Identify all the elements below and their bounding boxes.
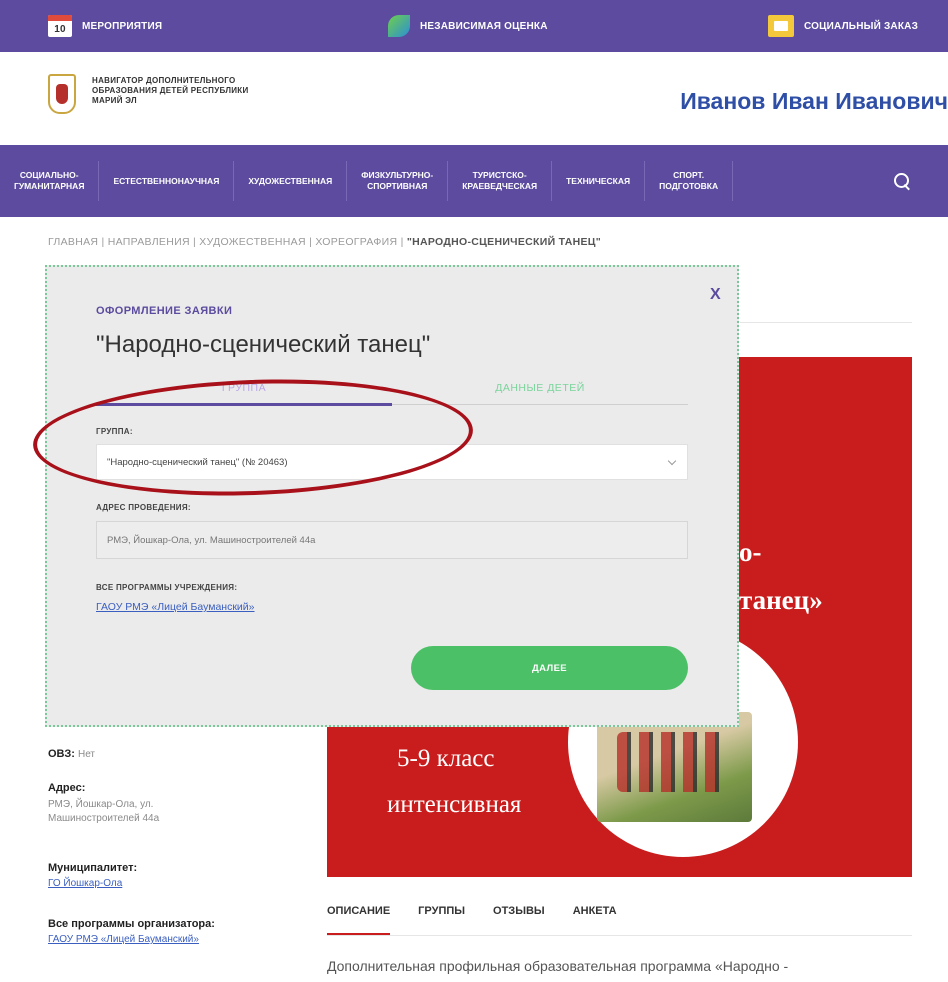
breadcrumb: ГЛАВНАЯ | НАПРАВЛЕНИЯ | ХУДОЖЕСТВЕННАЯ |… <box>48 236 601 248</box>
all-programs-label: Все программы организатора: <box>48 918 215 930</box>
main-nav: СОЦИАЛЬНО- ГУМАНИТАРНАЯ ЕСТЕСТВЕННОНАУЧНА… <box>0 145 948 217</box>
events-label: МЕРОПРИЯТИЯ <box>82 20 163 32</box>
tab-survey[interactable]: АНКЕТА <box>573 905 617 935</box>
all-programs-link[interactable]: ГАОУ РМЭ «Лицей Бауманский» <box>48 934 199 945</box>
folder-icon <box>768 15 794 37</box>
address-line: РМЭ, Йошкар-Ола, ул. <box>48 799 154 810</box>
nav-label: СПОРТИВНАЯ <box>367 181 428 191</box>
nav-label: ТУРИСТСКО- <box>472 170 527 180</box>
address-field[interactable]: РМЭ, Йошкар-Ола, ул. Машиностроителей 44… <box>96 521 688 559</box>
brand-line: НАВИГАТОР ДОПОЛНИТЕЛЬНОГО <box>92 76 236 85</box>
leaf-icon <box>388 15 410 37</box>
nav-label: КРАЕВЕДЧЕСКАЯ <box>462 181 538 191</box>
nav-label: ТЕХНИЧЕСКАЯ <box>566 175 631 186</box>
assessment-link[interactable]: НЕЗАВИСИМАЯ ОЦЕНКА <box>388 14 548 38</box>
group-select-value: "Народно-сценический танец" (№ 20463) <box>107 457 288 468</box>
municipality-label: Муниципалитет: <box>48 862 138 874</box>
events-link[interactable]: 10 МЕРОПРИЯТИЯ <box>48 14 162 38</box>
program-description: Дополнительная профильная образовательна… <box>327 958 789 974</box>
address-label: Адрес: <box>48 782 86 794</box>
all-programs-label: ВСЕ ПРОГРАММЫ УЧРЕЖДЕНИЯ: <box>96 583 238 592</box>
top-bar: 10 МЕРОПРИЯТИЯ НЕЗАВИСИМАЯ ОЦЕНКА СОЦИАЛ… <box>0 0 948 52</box>
dancers-image <box>597 712 752 822</box>
active-tab-indicator <box>96 403 392 406</box>
content-tabs: ОПИСАНИЕ ГРУППЫ ОТЗЫВЫ АНКЕТА <box>327 905 617 935</box>
tab-group[interactable]: ГРУППА <box>96 382 392 394</box>
tab-description[interactable]: ОПИСАНИЕ <box>327 905 391 935</box>
tab-groups[interactable]: ГРУППЫ <box>418 905 465 935</box>
nav-item-sport[interactable]: ФИЗКУЛЬТУРНО- СПОРТИВНАЯ <box>347 161 449 201</box>
group-select[interactable]: "Народно-сценический танец" (№ 20463) <box>96 444 688 480</box>
nav-label: СПОРТ. <box>673 170 705 180</box>
address-line: Машиностроителей 44а <box>48 813 160 824</box>
nav-label: ЕСТЕСТВЕННОНАУЧНАЯ <box>113 175 220 186</box>
nav-label: СОЦИАЛЬНО- <box>19 170 79 180</box>
brand-line: МАРИЙ ЭЛ <box>92 96 137 105</box>
next-button[interactable]: ДАЛЕЕ <box>411 646 688 690</box>
social-order-link[interactable]: СОЦИАЛЬНЫЙ ЗАКАЗ <box>768 14 918 38</box>
banner-text: танец» <box>739 585 823 615</box>
ovz-value: Нет <box>77 749 96 760</box>
nav-item-sport-training[interactable]: СПОРТ. ПОДГОТОВКА <box>645 161 734 201</box>
nav-label: ГУМАНИТАРНАЯ <box>14 181 85 191</box>
social-order-label: СОЦИАЛЬНЫЙ ЗАКАЗ <box>804 20 919 32</box>
nav-label: ФИЗКУЛЬТУРНО- <box>361 170 434 180</box>
user-name[interactable]: Иванов Иван Иванович <box>680 88 948 115</box>
coat-of-arms-logo[interactable] <box>48 74 76 114</box>
breadcrumb-current: "НАРОДНО-СЦЕНИЧЕСКИЙ ТАНЕЦ" <box>406 236 602 248</box>
address-label: АДРЕС ПРОВЕДЕНИЯ: <box>96 503 191 512</box>
institution-programs-link[interactable]: ГАОУ РМЭ «Лицей Бауманский» <box>96 601 255 613</box>
divider <box>740 322 912 323</box>
ovz-label: ОВЗ: <box>48 748 75 760</box>
banner-grade: 5-9 класс <box>397 745 495 772</box>
site-brand[interactable]: НАВИГАТОР ДОПОЛНИТЕЛЬНОГО ОБРАЗОВАНИЯ ДЕ… <box>92 76 292 106</box>
nav-item-tourism[interactable]: ТУРИСТСКО- КРАЕВЕДЧЕСКАЯ <box>448 161 553 201</box>
search-icon[interactable] <box>892 171 912 191</box>
group-label: ГРУППА: <box>96 427 133 436</box>
nav-item-technical[interactable]: ТЕХНИЧЕСКАЯ <box>552 161 646 201</box>
calendar-icon: 10 <box>48 15 72 37</box>
nav-item-science[interactable]: ЕСТЕСТВЕННОНАУЧНАЯ <box>99 161 235 201</box>
tab-reviews[interactable]: ОТЗЫВЫ <box>493 905 545 935</box>
assessment-label: НЕЗАВИСИМАЯ ОЦЕНКА <box>420 20 548 32</box>
nav-item-art[interactable]: ХУДОЖЕСТВЕННАЯ <box>234 161 348 201</box>
application-modal: X ОФОРМЛЕНИЕ ЗАЯВКИ "Народно-сценический… <box>45 265 739 727</box>
site-header: НАВИГАТОР ДОПОЛНИТЕЛЬНОГО ОБРАЗОВАНИЯ ДЕ… <box>0 52 948 145</box>
calendar-day: 10 <box>54 24 66 35</box>
chevron-down-icon <box>667 456 677 466</box>
nav-label: ПОДГОТОВКА <box>659 181 719 191</box>
address-value: РМЭ, Йошкар-Ола, ул. Машиностроителей 44… <box>48 798 159 826</box>
banner-type: интенсивная <box>387 791 522 818</box>
ovz-row: ОВЗ: Нет <box>48 748 95 760</box>
brand-line: ОБРАЗОВАНИЯ ДЕТЕЙ РЕСПУБЛИКИ <box>92 86 249 95</box>
nav-label: ХУДОЖЕСТВЕННАЯ <box>248 175 333 186</box>
modal-title: "Народно-сценический танец" <box>96 331 431 358</box>
modal-kicker: ОФОРМЛЕНИЕ ЗАЯВКИ <box>96 305 233 317</box>
tabs-divider <box>327 935 912 936</box>
tab-children-data[interactable]: ДАННЫЕ ДЕТЕЙ <box>392 382 688 394</box>
close-icon[interactable]: X <box>710 286 721 304</box>
breadcrumb-path[interactable]: ГЛАВНАЯ | НАПРАВЛЕНИЯ | ХУДОЖЕСТВЕННАЯ |… <box>48 236 407 248</box>
banner-text: о- <box>739 537 762 567</box>
municipality-link[interactable]: ГО Йошкар-Ола <box>48 878 122 889</box>
nav-item-social[interactable]: СОЦИАЛЬНО- ГУМАНИТАРНАЯ <box>0 161 100 201</box>
